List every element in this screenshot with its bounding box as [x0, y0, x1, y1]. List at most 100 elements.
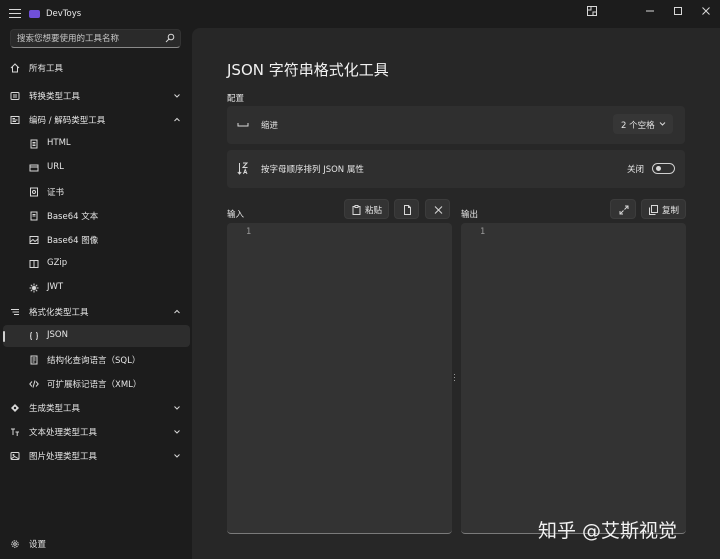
xml-code-icon: [29, 380, 39, 388]
sidebar-group-text[interactable]: 文本处理类型工具: [3, 421, 190, 443]
sidebar-group-generators[interactable]: 生成类型工具: [3, 397, 190, 419]
sidebar-group-label: 格式化类型工具: [29, 308, 89, 318]
sidebar-item-xml[interactable]: 可扩展标记语言（XML）: [3, 373, 190, 395]
watermark: 知乎 @艾斯视觉: [538, 520, 678, 542]
line-number: 1: [480, 227, 486, 237]
sidebar-item-label: Base64 文本: [47, 212, 99, 222]
maximize-icon[interactable]: [664, 0, 692, 22]
devtoys-logo-icon: [29, 10, 40, 18]
sidebar-group-converters[interactable]: 转换类型工具: [3, 85, 190, 107]
sort-label: 按字母顺序排列 JSON 属性: [261, 165, 364, 175]
paste-button[interactable]: 粘贴: [344, 199, 389, 219]
input-label: 输入: [227, 210, 245, 220]
chevron-down-icon: [174, 94, 180, 98]
output-label: 输出: [461, 210, 479, 220]
sidebar-item-url[interactable]: URL: [3, 157, 190, 179]
sidebar-item-label: HTML: [47, 138, 71, 148]
formatter-icon: [11, 309, 19, 315]
jwt-icon: [29, 283, 39, 293]
minimize-icon[interactable]: [636, 0, 664, 22]
splitter-handle[interactable]: [454, 374, 458, 382]
page-title: JSON 字符串格式化工具: [227, 61, 389, 79]
copy-button[interactable]: 复制: [641, 199, 686, 219]
html-icon: [30, 139, 38, 149]
open-file-button[interactable]: [394, 199, 419, 219]
sidebar-item-label: 所有工具: [29, 64, 64, 74]
config-section-label: 配置: [227, 94, 245, 104]
sidebar-item-all-tools[interactable]: 所有工具: [3, 57, 190, 79]
indent-space-icon: [237, 123, 249, 127]
gear-icon: [11, 540, 19, 548]
paste-button-label: 粘贴: [365, 206, 383, 216]
gzip-icon: [29, 260, 39, 268]
sidebar-item-label: URL: [47, 162, 64, 172]
home-icon: [10, 63, 20, 73]
sidebar-group-label: 转换类型工具: [29, 92, 81, 102]
text-icon: [11, 428, 19, 436]
sidebar-item-sql[interactable]: 结构化查询语言（SQL）: [3, 349, 190, 371]
sidebar-item-label: GZip: [47, 258, 68, 268]
converter-icon: [10, 92, 20, 100]
indent-setting-card: 缩进 2 个空格: [227, 106, 685, 144]
close-window-icon[interactable]: [692, 0, 720, 22]
sidebar-item-jwt[interactable]: JWT: [3, 277, 190, 299]
base64-text-icon: [30, 211, 38, 221]
output-editor[interactable]: 1: [461, 223, 686, 534]
copy-button-label: 复制: [662, 206, 680, 216]
hamburger-menu-icon[interactable]: [9, 9, 21, 19]
sidebar-group-formatters[interactable]: 格式化类型工具: [3, 301, 190, 323]
generator-icon: [11, 404, 19, 412]
sidebar-item-base64-image[interactable]: Base64 图像: [3, 229, 190, 251]
encoder-icon: [10, 116, 20, 124]
sidebar-item-html[interactable]: HTML: [3, 133, 190, 155]
indent-label: 缩进: [261, 121, 279, 131]
sidebar-item-settings[interactable]: 设置: [3, 533, 190, 555]
certificate-icon: [30, 187, 38, 197]
compact-overlay-icon[interactable]: [578, 0, 606, 22]
selection-indicator: [3, 331, 5, 342]
paste-icon: [352, 205, 361, 215]
sidebar-group-label: 文本处理类型工具: [29, 428, 98, 438]
sidebar-group-label: 生成类型工具: [29, 404, 81, 414]
sidebar-item-label: 证书: [47, 188, 65, 198]
sql-icon: [30, 355, 38, 365]
expand-button[interactable]: [610, 199, 636, 219]
search-icon[interactable]: [165, 33, 175, 43]
sort-toggle[interactable]: [652, 163, 675, 174]
chevron-down-icon: [174, 406, 180, 410]
search-box[interactable]: [10, 29, 181, 48]
base64-image-icon: [29, 236, 39, 244]
file-icon: [404, 205, 411, 215]
sidebar-group-label: 图片处理类型工具: [29, 452, 98, 462]
sidebar-item-base64-text[interactable]: Base64 文本: [3, 205, 190, 227]
sidebar-item-label: 结构化查询语言（SQL）: [47, 356, 141, 366]
sidebar-group-graphic[interactable]: 图片处理类型工具: [3, 445, 190, 467]
sidebar-item-gzip[interactable]: GZip: [3, 253, 190, 275]
search-input[interactable]: [17, 30, 167, 47]
sort-setting-card: 按字母顺序排列 JSON 属性 关闭: [227, 150, 685, 188]
main-panel: JSON 字符串格式化工具 配置 缩进 2 个空格 按字母顺序排列 JSON 属…: [192, 28, 720, 559]
app-title: DevToys: [46, 9, 82, 19]
chevron-down-icon: [174, 454, 180, 458]
chevron-up-icon: [174, 309, 180, 314]
sidebar-item-label: JSON: [47, 330, 68, 340]
chevron-down-icon: [659, 122, 666, 126]
sidebar-item-label: JWT: [47, 282, 64, 292]
indent-dropdown-value: 2 个空格: [621, 121, 655, 131]
input-editor[interactable]: 1: [227, 223, 452, 534]
image-icon: [10, 452, 20, 460]
line-number: 1: [246, 227, 252, 237]
sort-toggle-state: 关闭: [627, 165, 645, 175]
sidebar-item-label: 设置: [29, 540, 47, 550]
sidebar-item-certificate[interactable]: 证书: [3, 181, 190, 203]
chevron-down-icon: [174, 430, 180, 434]
indent-dropdown[interactable]: 2 个空格: [613, 114, 673, 134]
sidebar-group-encoders-decoders[interactable]: 编码 / 解码类型工具: [3, 109, 190, 131]
clear-button[interactable]: [425, 199, 450, 219]
sidebar-item-label: 可扩展标记语言（XML）: [47, 380, 142, 390]
json-braces-icon: [29, 332, 39, 340]
title-bar: DevToys: [0, 0, 720, 28]
sidebar-item-json[interactable]: JSON: [3, 325, 190, 347]
copy-icon: [649, 205, 658, 215]
url-icon: [29, 164, 39, 172]
